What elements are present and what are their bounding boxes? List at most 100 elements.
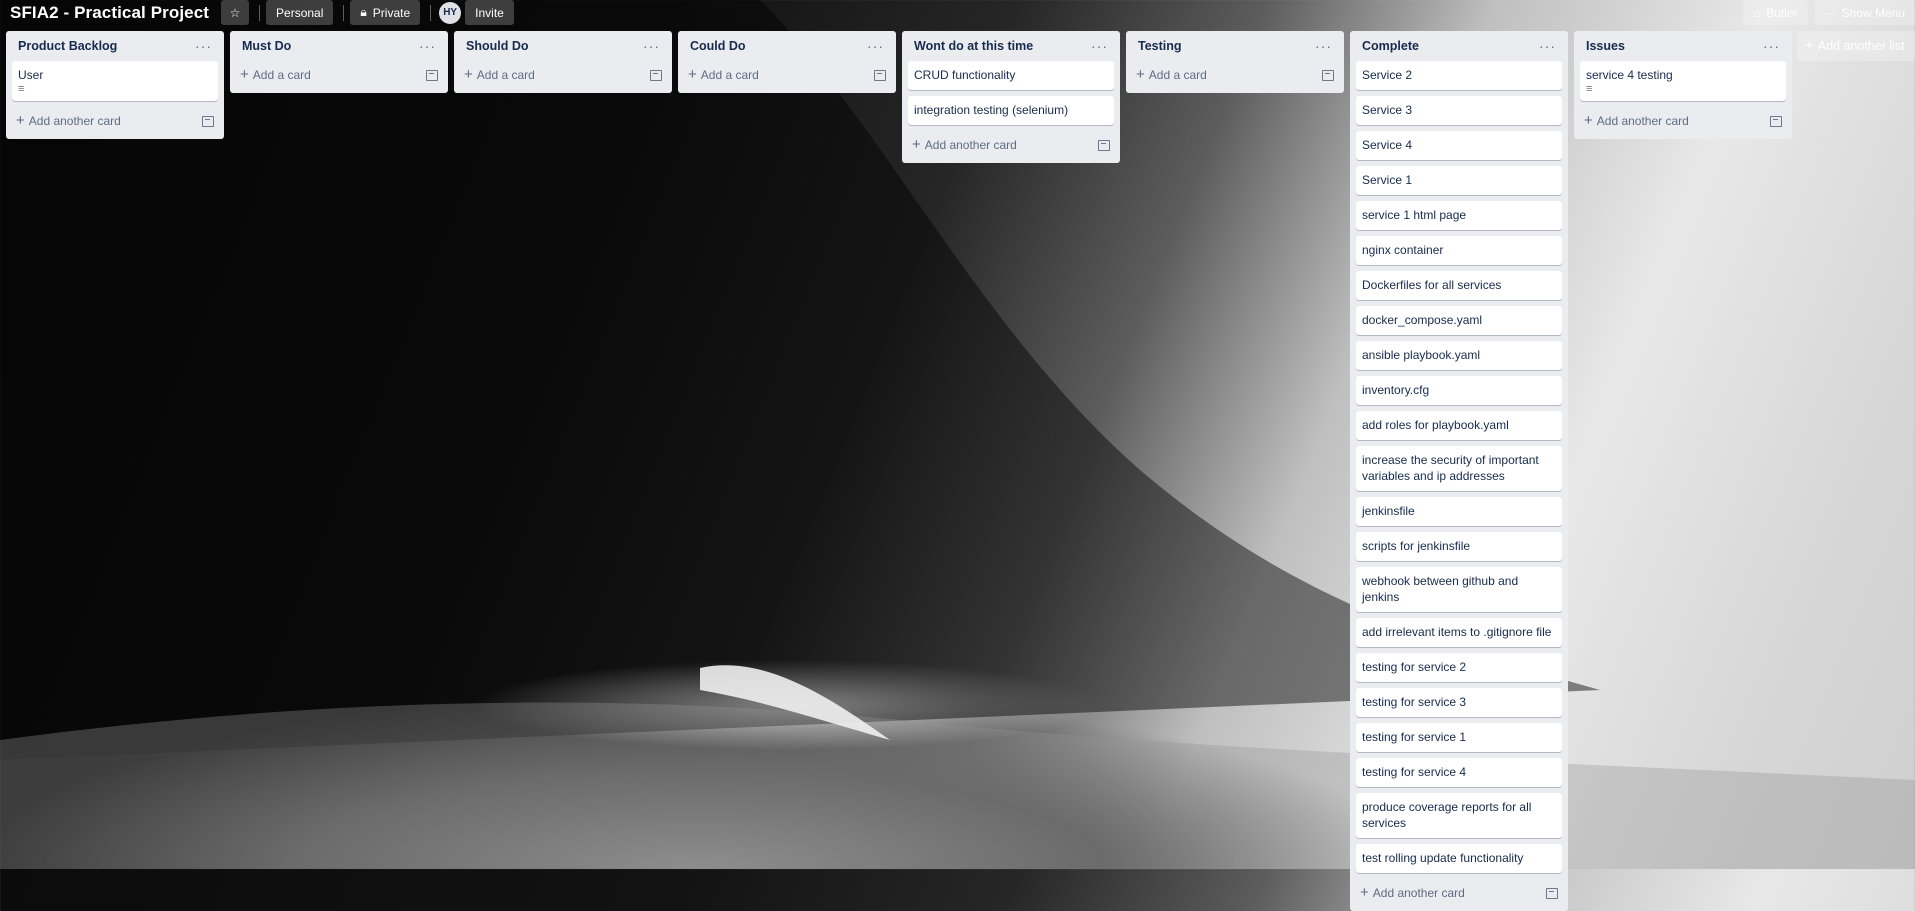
list-menu-icon[interactable]: ··· (1315, 39, 1332, 53)
card-template-icon[interactable] (1098, 139, 1110, 151)
plus-icon: + (1584, 112, 1593, 129)
list-title[interactable]: Could Do (690, 39, 746, 53)
member-avatar[interactable]: HY (439, 1, 462, 24)
card[interactable]: increase the security of important varia… (1356, 446, 1562, 491)
card-template-icon[interactable] (202, 115, 214, 127)
card[interactable]: produce coverage reports for all service… (1356, 793, 1562, 838)
list-footer: + Add another card (1356, 879, 1562, 907)
list-0: Product Backlog ··· User ≡ + Add another card (6, 31, 224, 139)
list-menu-icon[interactable]: ··· (419, 39, 436, 53)
card-template-icon[interactable] (426, 69, 438, 81)
header-divider (343, 4, 345, 21)
list-menu-icon[interactable]: ··· (1539, 39, 1556, 53)
card[interactable]: scripts for jenkinsfile (1356, 532, 1562, 561)
list-title[interactable]: Product Backlog (18, 39, 117, 53)
list-title[interactable]: Issues (1586, 39, 1625, 53)
list-menu-icon[interactable]: ··· (1091, 39, 1108, 53)
card[interactable]: docker_compose.yaml (1356, 306, 1562, 335)
list-header: Product Backlog ··· (12, 31, 218, 61)
card-title: test rolling update functionality (1362, 851, 1524, 865)
description-icon: ≡ (18, 83, 25, 95)
plus-icon: + (688, 66, 697, 83)
add-card-label: Add a card (252, 68, 311, 82)
card-title: increase the security of important varia… (1362, 453, 1539, 483)
card[interactable]: ansible playbook.yaml (1356, 341, 1562, 370)
card[interactable]: testing for service 4 (1356, 758, 1562, 787)
visibility-button[interactable]: 🔒︎ Private (350, 0, 421, 25)
list-title[interactable]: Testing (1138, 39, 1182, 53)
card[interactable]: CRUD functionality (908, 61, 1114, 90)
plus-icon: + (1360, 884, 1369, 901)
card-template-icon[interactable] (1322, 69, 1334, 81)
card-title: add irrelevant items to .gitignore file (1362, 625, 1552, 639)
card[interactable]: testing for service 1 (1356, 723, 1562, 752)
add-card-button[interactable]: + Add another card (1584, 112, 1689, 129)
card[interactable]: Dockerfiles for all services (1356, 271, 1562, 300)
invite-button[interactable]: Invite (465, 0, 514, 25)
add-card-label: Add another card (924, 138, 1017, 152)
card[interactable]: testing for service 2 (1356, 653, 1562, 682)
list-menu-icon[interactable]: ··· (867, 39, 884, 53)
card-template-icon[interactable] (650, 69, 662, 81)
lock-icon: 🔒︎ (360, 5, 367, 19)
card-title: produce coverage reports for all service… (1362, 800, 1532, 830)
add-card-label: Add a card (476, 68, 535, 82)
butler-button[interactable]: ⌂ Butler (1743, 0, 1808, 25)
card[interactable]: add roles for playbook.yaml (1356, 411, 1562, 440)
card[interactable]: User ≡ (12, 61, 218, 101)
show-menu-button[interactable]: ··· Show Menu (1813, 0, 1915, 25)
card[interactable]: testing for service 3 (1356, 688, 1562, 717)
board-header: SFIA2 - Practical Project ☆ Personal 🔒︎ … (0, 0, 1915, 25)
list-title[interactable]: Must Do (242, 39, 291, 53)
card[interactable]: Service 4 (1356, 131, 1562, 160)
add-card-button[interactable]: + Add another card (1360, 884, 1465, 901)
add-card-button[interactable]: + Add a card (240, 67, 311, 82)
board-title[interactable]: SFIA2 - Practical Project (10, 3, 209, 23)
card[interactable]: service 1 html page (1356, 201, 1562, 230)
description-icon: ≡ (1586, 83, 1593, 95)
list-menu-icon[interactable]: ··· (643, 39, 660, 53)
list-menu-icon[interactable]: ··· (195, 39, 212, 53)
list-header: Should Do ··· (460, 31, 666, 61)
card-template-icon[interactable] (1770, 115, 1782, 127)
add-card-button[interactable]: + Add a card (688, 66, 759, 83)
card[interactable]: webhook between github and jenkins (1356, 567, 1562, 612)
add-card-button[interactable]: + Add a card (464, 67, 535, 82)
list-title[interactable]: Complete (1362, 39, 1419, 53)
card[interactable]: service 4 testing ≡ (1580, 61, 1786, 101)
add-card-button[interactable]: + Add another card (912, 137, 1017, 152)
card[interactable]: Service 3 (1356, 96, 1562, 125)
card-title: Dockerfiles for all services (1362, 278, 1502, 292)
card[interactable]: nginx container (1356, 236, 1562, 265)
card[interactable]: add irrelevant items to .gitignore file (1356, 618, 1562, 647)
card[interactable]: Service 2 (1356, 61, 1562, 90)
add-card-label: Add another card (28, 114, 121, 128)
card-template-icon[interactable] (1546, 887, 1558, 899)
card-title: nginx container (1362, 243, 1444, 257)
star-icon: ☆ (229, 5, 241, 20)
card[interactable]: jenkinsfile (1356, 497, 1562, 526)
add-list-button[interactable]: + Add another list (1797, 31, 1915, 61)
list-title[interactable]: Wont do at this time (914, 39, 1033, 53)
list-7: Issues ··· service 4 testing ≡ + Add another … (1574, 31, 1792, 139)
add-card-label: Add a card (700, 68, 759, 82)
list-footer: + Add a card (236, 61, 442, 89)
card-title: Service 4 (1362, 138, 1413, 152)
add-card-button[interactable]: + Add a card (1136, 67, 1207, 82)
team-button[interactable]: Personal (266, 0, 334, 25)
visibility-label: Private (372, 5, 411, 20)
list-5: Testing ··· + Add a card (1126, 31, 1344, 93)
card[interactable]: integration testing (selenium) (908, 96, 1114, 125)
star-button[interactable]: ☆ (221, 0, 250, 25)
list-menu-icon[interactable]: ··· (1763, 39, 1780, 53)
card-title: docker_compose.yaml (1362, 313, 1483, 327)
list-4: Wont do at this time ··· CRUD functionalit… (902, 31, 1120, 163)
card[interactable]: inventory.cfg (1356, 376, 1562, 405)
add-list-label: Add another list (1817, 39, 1905, 53)
card-template-icon[interactable] (874, 69, 886, 81)
card-title: jenkinsfile (1362, 504, 1415, 518)
list-title[interactable]: Should Do (466, 39, 529, 53)
card-title: testing for service 2 (1362, 660, 1467, 674)
card[interactable]: Service 1 (1356, 166, 1562, 195)
add-card-button[interactable]: + Add another card (16, 113, 121, 128)
